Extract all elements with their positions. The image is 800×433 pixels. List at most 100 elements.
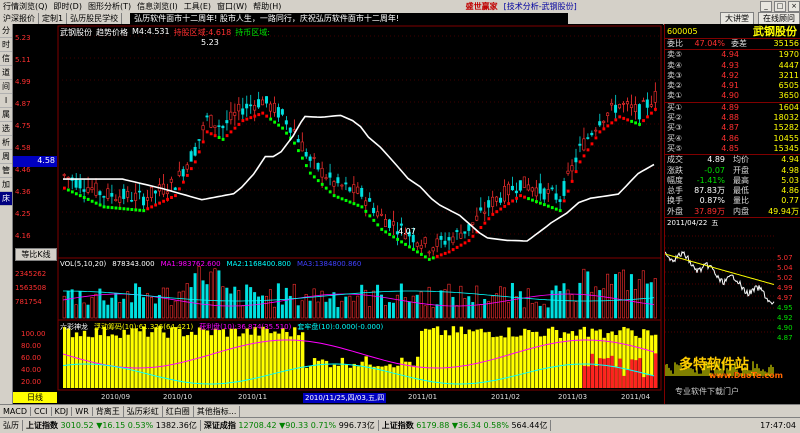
sells-row[interactable]: 卖⑤ 4.94 1970 (665, 50, 800, 60)
candle-body (237, 103, 241, 112)
close-icon[interactable]: × (788, 0, 800, 12)
lecture-button[interactable]: 大讲堂 (720, 11, 754, 25)
leftbar-item[interactable]: 加 (0, 178, 12, 192)
indicator-bar (277, 333, 281, 388)
volume-bar (86, 304, 90, 319)
candle-body (177, 170, 181, 176)
trend-point (412, 247, 415, 251)
indicator-bar (94, 328, 99, 388)
candle-body (229, 111, 233, 121)
indicator-tab-6[interactable]: 红白圈 (163, 406, 194, 417)
menu-item-info[interactable]: 信息浏览(I) (134, 1, 181, 12)
leftbar-item[interactable]: 道 (0, 66, 12, 80)
minimize-icon[interactable]: _ (760, 0, 772, 12)
volume-bar (399, 283, 403, 319)
leftbar-item[interactable]: 析 (0, 136, 12, 150)
volume-bar (518, 291, 522, 319)
stock-code: 600005 (667, 26, 698, 36)
indicator-bar (130, 328, 134, 388)
indicator-tab-4[interactable]: 背离王 (93, 406, 124, 417)
buys-row[interactable]: 买② 4.88 18032 (665, 113, 800, 123)
candle-body (526, 184, 530, 191)
indicator-bar (122, 329, 126, 388)
menu-item-browse[interactable]: 行情浏览(Q) (0, 1, 51, 12)
trend-point (527, 197, 530, 201)
candle-body (165, 191, 169, 195)
indicator-bar (134, 328, 138, 388)
trend-point (479, 226, 483, 229)
buys-row[interactable]: 买① 4.89 1604 (665, 103, 800, 113)
candle-body (197, 139, 201, 141)
leftbar-item[interactable]: 信 (0, 52, 12, 66)
sh-change: ▼16.15 (96, 421, 126, 430)
leftbar-item[interactable]: I (0, 94, 12, 108)
indicator-tab-1[interactable]: CCI (31, 407, 52, 416)
candle-body (606, 112, 610, 117)
volume-bar (526, 288, 530, 319)
volume-bar (554, 285, 558, 319)
indicator-tab-3[interactable]: WR (72, 407, 93, 416)
leftbar-item[interactable]: 管 (0, 164, 12, 178)
trend-point (66, 188, 70, 192)
trend-point (308, 171, 312, 175)
sells-row[interactable]: 卖① 4.90 3650 (665, 91, 800, 101)
leftbar-item[interactable]: 选 (0, 122, 12, 136)
volume-bar (161, 287, 165, 319)
candle-body (594, 129, 598, 132)
indicator-red-bar (586, 366, 590, 388)
trend-point (503, 204, 507, 208)
buys-row[interactable]: 买④ 4.86 10455 (665, 134, 800, 144)
volume-bar (142, 297, 146, 319)
volume-bar (348, 295, 352, 319)
indicator-bar (154, 327, 158, 388)
indicator-tab-0[interactable]: MACD (0, 407, 31, 416)
leftbar-item[interactable]: 分 (0, 24, 12, 38)
trend-point (138, 208, 142, 212)
trend-point (578, 160, 582, 164)
tab-custom1[interactable]: 定制1 (39, 12, 68, 24)
tab-quotes[interactable]: 沪深报价 (0, 12, 39, 24)
menu-item-chart[interactable]: 图形分析(T) (85, 1, 134, 12)
volume-bar (439, 290, 443, 319)
candle-body (114, 199, 118, 202)
menu-item-realtime[interactable]: 即时(D) (51, 1, 85, 12)
indicator-tab-2[interactable]: KDJ (52, 407, 73, 416)
trend-point (245, 117, 249, 121)
sh2-percent: 0.58% (483, 421, 509, 430)
trend-point (118, 206, 122, 210)
candle-body (364, 200, 368, 206)
sells-row[interactable]: 卖③ 4.92 3211 (665, 71, 800, 81)
buys-row[interactable]: 买③ 4.87 15282 (665, 123, 800, 133)
trend-point (134, 208, 138, 212)
tab-school[interactable]: 弘历股民学校 (67, 12, 123, 24)
leftbar-item[interactable]: 时 (0, 38, 12, 52)
leftbar-item[interactable]: 周 (0, 150, 12, 164)
indicator-tab-5[interactable]: 弘历彩虹 (124, 406, 163, 417)
trend-point (574, 170, 578, 174)
sells-row[interactable]: 卖② 4.91 6505 (665, 81, 800, 91)
indicator-bar (225, 336, 229, 388)
buys-row[interactable]: 买⑤ 4.85 15345 (665, 144, 800, 154)
sells-row[interactable]: 卖④ 4.93 4447 (665, 61, 800, 71)
indicator-tab-7[interactable]: 其他指标... (194, 406, 241, 417)
volume-bar (582, 268, 586, 319)
candle-body (201, 125, 205, 131)
volume-bar (407, 301, 411, 319)
trend-point (420, 252, 423, 256)
candle-body (625, 101, 629, 105)
maximize-icon[interactable]: □ (774, 0, 786, 12)
period-day-tab[interactable]: 日线 (13, 392, 57, 403)
trend-point (416, 250, 419, 254)
kline-chart-svg[interactable] (13, 24, 663, 404)
leftbar-item[interactable]: 属 (0, 108, 12, 122)
menu-item-help[interactable]: 帮助(H) (250, 1, 284, 12)
period-kline-button[interactable]: 等比K线 (15, 248, 57, 261)
leftbar-item[interactable]: 床 (0, 192, 12, 206)
indicator-bar (479, 328, 483, 388)
menu-item-tools[interactable]: 工具(E) (181, 1, 214, 12)
menu-item-window[interactable]: 窗口(W) (214, 1, 250, 12)
leftbar-item[interactable]: 间 (0, 80, 12, 94)
candle-body (475, 215, 479, 221)
indicator-bar (356, 366, 360, 388)
candle-body (138, 190, 142, 193)
